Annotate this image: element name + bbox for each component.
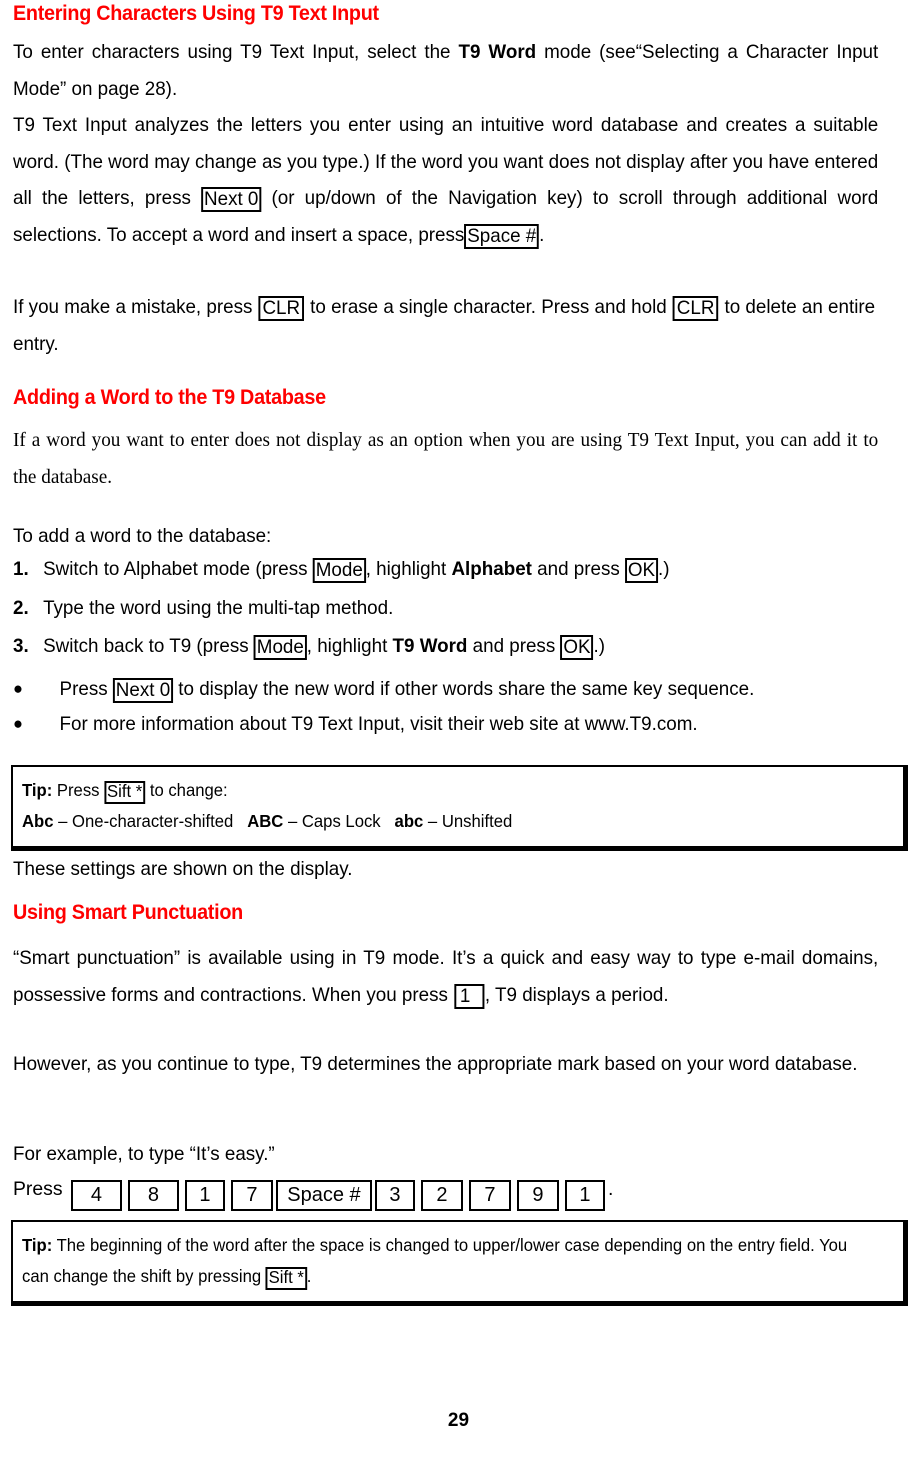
step-number: 2. xyxy=(13,597,29,619)
tip-text: Press xyxy=(56,780,100,800)
bullet-marker-icon: ● xyxy=(13,714,23,733)
paragraph-text: To enter characters using T9 Text Input,… xyxy=(13,41,451,63)
shift-mode-lower: abc xyxy=(394,811,424,831)
emphasis-alphabet: Alphabet xyxy=(451,558,532,580)
paragraph-select-t9-word: To enter characters using T9 Text Input,… xyxy=(13,34,878,107)
key-sequence-label: Press xyxy=(13,1178,63,1200)
paragraph-text: If you make a mistake, press xyxy=(13,296,253,318)
key-seq-space-hash[interactable]: Space # xyxy=(275,1180,372,1211)
key-seq-7[interactable]: 7 xyxy=(230,1180,273,1211)
paragraph-settings-shown: These settings are shown on the display. xyxy=(13,858,353,880)
step-text: Type the word using the multi-tap method… xyxy=(43,597,394,619)
bullet-text: Press xyxy=(59,678,108,700)
paragraph-text-end: , T9 displays a period. xyxy=(484,983,669,1006)
tip-label: Tip: xyxy=(22,1235,53,1255)
shift-mode-caps-desc: – Caps Lock xyxy=(287,811,381,831)
document-page: Entering Characters Using T9 Text Input … xyxy=(0,0,917,1459)
key-clr-1[interactable]: CLR xyxy=(258,296,304,322)
bullet-marker-icon: ● xyxy=(13,679,23,698)
shift-mode-lower-desc: – Unshifted xyxy=(427,811,513,831)
paragraph-text: “Smart punctuation” is available using i… xyxy=(13,947,879,1006)
key-clr-2[interactable]: CLR xyxy=(672,296,719,322)
paragraph-smart-punctuation: “Smart punctuation” is available using i… xyxy=(13,940,878,1013)
step-text-cont: , highlight xyxy=(306,635,388,657)
paragraph-t9-analyzes: T9 Text Input analyzes the letters you e… xyxy=(13,107,878,253)
tip-line-shift-modes: Abc – One-character-shifted ABC – Caps L… xyxy=(22,806,868,837)
step-text-cont2: and press xyxy=(472,635,556,657)
section-heading-adding-word: Adding a Word to the T9 Database xyxy=(13,385,326,409)
shift-mode-abc-mixed: Abc xyxy=(22,811,54,831)
bullet-item-next-0: ● Press Next 0 to display the new word if… xyxy=(13,672,878,706)
emphasis-t9-word-2: T9 Word xyxy=(392,635,468,657)
key-sift-star-1[interactable]: Sift * xyxy=(104,781,146,804)
key-seq-7b[interactable]: 7 xyxy=(468,1180,511,1211)
key-sequence-trailing: . xyxy=(607,1178,614,1200)
shift-mode-caps: ABC xyxy=(247,811,284,831)
key-mode-2[interactable]: Mode xyxy=(253,635,307,661)
key-seq-2[interactable]: 2 xyxy=(420,1180,463,1211)
key-ok-1[interactable]: OK xyxy=(624,558,658,584)
step-1: 1. Switch to Alphabet mode (press Mode, h… xyxy=(13,551,878,587)
key-seq-1b[interactable]: 1 xyxy=(564,1180,605,1211)
bullet-text: For more information about T9 Text Input… xyxy=(59,713,698,735)
key-seq-3[interactable]: 3 xyxy=(374,1180,415,1211)
shift-mode-abc-mixed-desc: – One-character-shifted xyxy=(58,811,234,831)
key-seq-8[interactable]: 8 xyxy=(127,1180,179,1211)
step-number: 1. xyxy=(13,558,29,580)
key-seq-4[interactable]: 4 xyxy=(70,1180,122,1211)
key-1[interactable]: 1 xyxy=(454,983,484,1009)
step-text: Switch to Alphabet mode (press xyxy=(43,558,308,580)
tip-line-entry-field: Tip: The beginning of the word after the… xyxy=(22,1230,868,1292)
section-heading-entering-characters: Entering Characters Using T9 Text Input xyxy=(13,1,379,25)
key-sequence-row: Press 4 8 1 7 Space #3 2 7 9 1. xyxy=(13,1172,613,1211)
key-mode-1[interactable]: Mode xyxy=(312,558,366,584)
tip-line-press-shift: Tip: Press Sift * to change: xyxy=(22,775,868,806)
bullet-text-cont: to display the new word if other words s… xyxy=(178,678,755,700)
step-text-cont: , highlight xyxy=(365,558,447,580)
step-2: 2. Type the word using the multi-tap meth… xyxy=(13,590,878,626)
tip-text-cont: to change: xyxy=(149,780,228,800)
step-text-end: .) xyxy=(657,558,670,580)
step-number: 3. xyxy=(13,635,29,657)
key-sift-star-2[interactable]: Sift * xyxy=(265,1267,307,1290)
page-number: 29 xyxy=(447,1410,470,1431)
paragraph-to-add-word: To add a word to the database: xyxy=(13,525,272,547)
tip-label: Tip: xyxy=(22,780,53,800)
tip-text-end: . xyxy=(306,1266,312,1286)
paragraph-mistake-clr: If you make a mistake, press CLR to eras… xyxy=(13,289,878,362)
key-seq-9[interactable]: 9 xyxy=(516,1180,559,1211)
bullet-item-more-info: ● For more information about T9 Text Inpu… xyxy=(13,707,878,741)
step-text-cont2: and press xyxy=(537,558,620,580)
key-ok-2[interactable]: OK xyxy=(560,635,594,661)
tip-box-shift: Tip: Press Sift * to change: Abc – One-c… xyxy=(11,765,905,848)
key-seq-1[interactable]: 1 xyxy=(184,1180,225,1211)
key-space-hash[interactable]: Space # xyxy=(464,223,540,249)
paragraph-text-cont: to erase a single character. Press and h… xyxy=(310,296,667,318)
step-text: Switch back to T9 (press xyxy=(43,635,249,657)
section-heading-smart-punctuation: Using Smart Punctuation xyxy=(13,900,243,924)
emphasis-t9-word: T9 Word xyxy=(458,41,537,63)
paragraph-for-example: For example, to type “It’s easy.” xyxy=(13,1143,275,1165)
paragraph-however-continue: However, as you continue to type, T9 det… xyxy=(13,1053,858,1075)
key-next-0[interactable]: Next 0 xyxy=(201,187,262,213)
step-3: 3. Switch back to T9 (press Mode, highlig… xyxy=(13,628,878,664)
key-next-0-bullet[interactable]: Next 0 xyxy=(112,678,174,704)
paragraph-add-word-database: If a word you want to enter does not dis… xyxy=(13,429,879,488)
step-text-end: .) xyxy=(593,635,605,657)
tip-text: The beginning of the word after the spac… xyxy=(22,1235,848,1286)
tip-box-shift-entry-field: Tip: The beginning of the word after the… xyxy=(11,1220,905,1303)
paragraph-text-end: . xyxy=(539,223,545,246)
